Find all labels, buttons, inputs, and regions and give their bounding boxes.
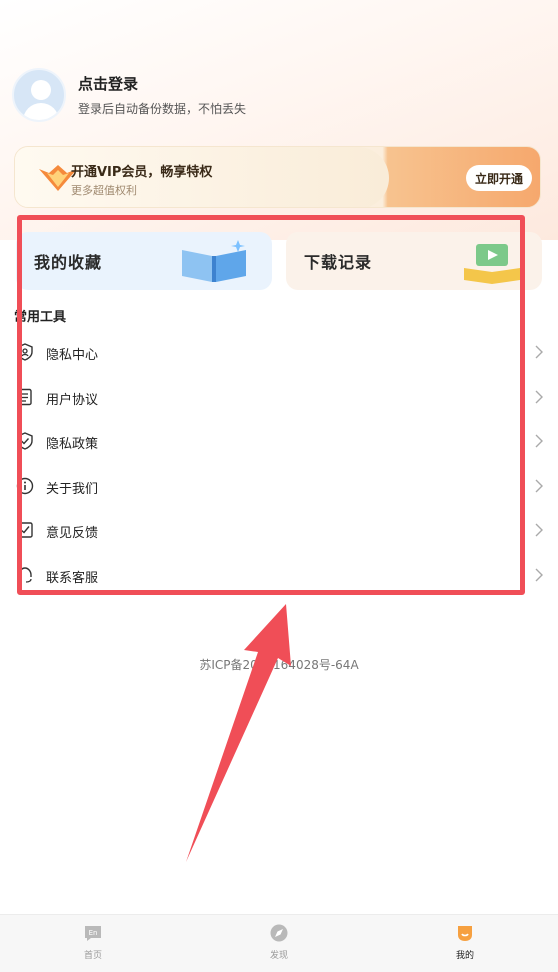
tab-label: 发现 (269, 951, 288, 961)
bottom-tabbar: En 首页 发现 我的 (0, 914, 558, 972)
tab-label: 我的 (455, 951, 474, 961)
tab-label: 首页 (83, 951, 102, 961)
discover-icon (270, 924, 288, 942)
chevron-right-icon (535, 434, 543, 448)
chevron-right-icon (535, 523, 543, 537)
chevron-right-icon (535, 345, 543, 359)
home-en-icon: En (85, 926, 101, 941)
chevron-right-icon (535, 568, 543, 582)
vip-subtitle: 更多超值权利 (71, 184, 137, 197)
tab-home[interactable]: En 首页 (43, 915, 143, 972)
svg-text:En: En (89, 929, 98, 937)
icp-record: 苏ICP备2025164028号-64A (199, 658, 359, 672)
vip-banner[interactable]: 开通VIP会员，畅享特权 更多超值权利 立即开通 (14, 146, 541, 208)
tab-mine[interactable]: 我的 (415, 915, 515, 972)
login-profile[interactable]: 点击登录 登录后自动备份数据，不怕丢失 (12, 68, 246, 122)
chevron-right-icon (535, 390, 543, 404)
login-title[interactable]: 点击登录 (78, 73, 246, 94)
tab-discover[interactable]: 发现 (229, 915, 329, 972)
chevron-right-icon (535, 479, 543, 493)
vip-title: 开通VIP会员，畅享特权 (71, 165, 213, 180)
avatar[interactable] (12, 68, 66, 122)
login-subtitle: 登录后自动备份数据，不怕丢失 (78, 102, 247, 116)
vip-open-button[interactable]: 立即开通 (466, 165, 532, 191)
highlight-box (17, 215, 525, 595)
profile-tab-icon (458, 926, 472, 941)
